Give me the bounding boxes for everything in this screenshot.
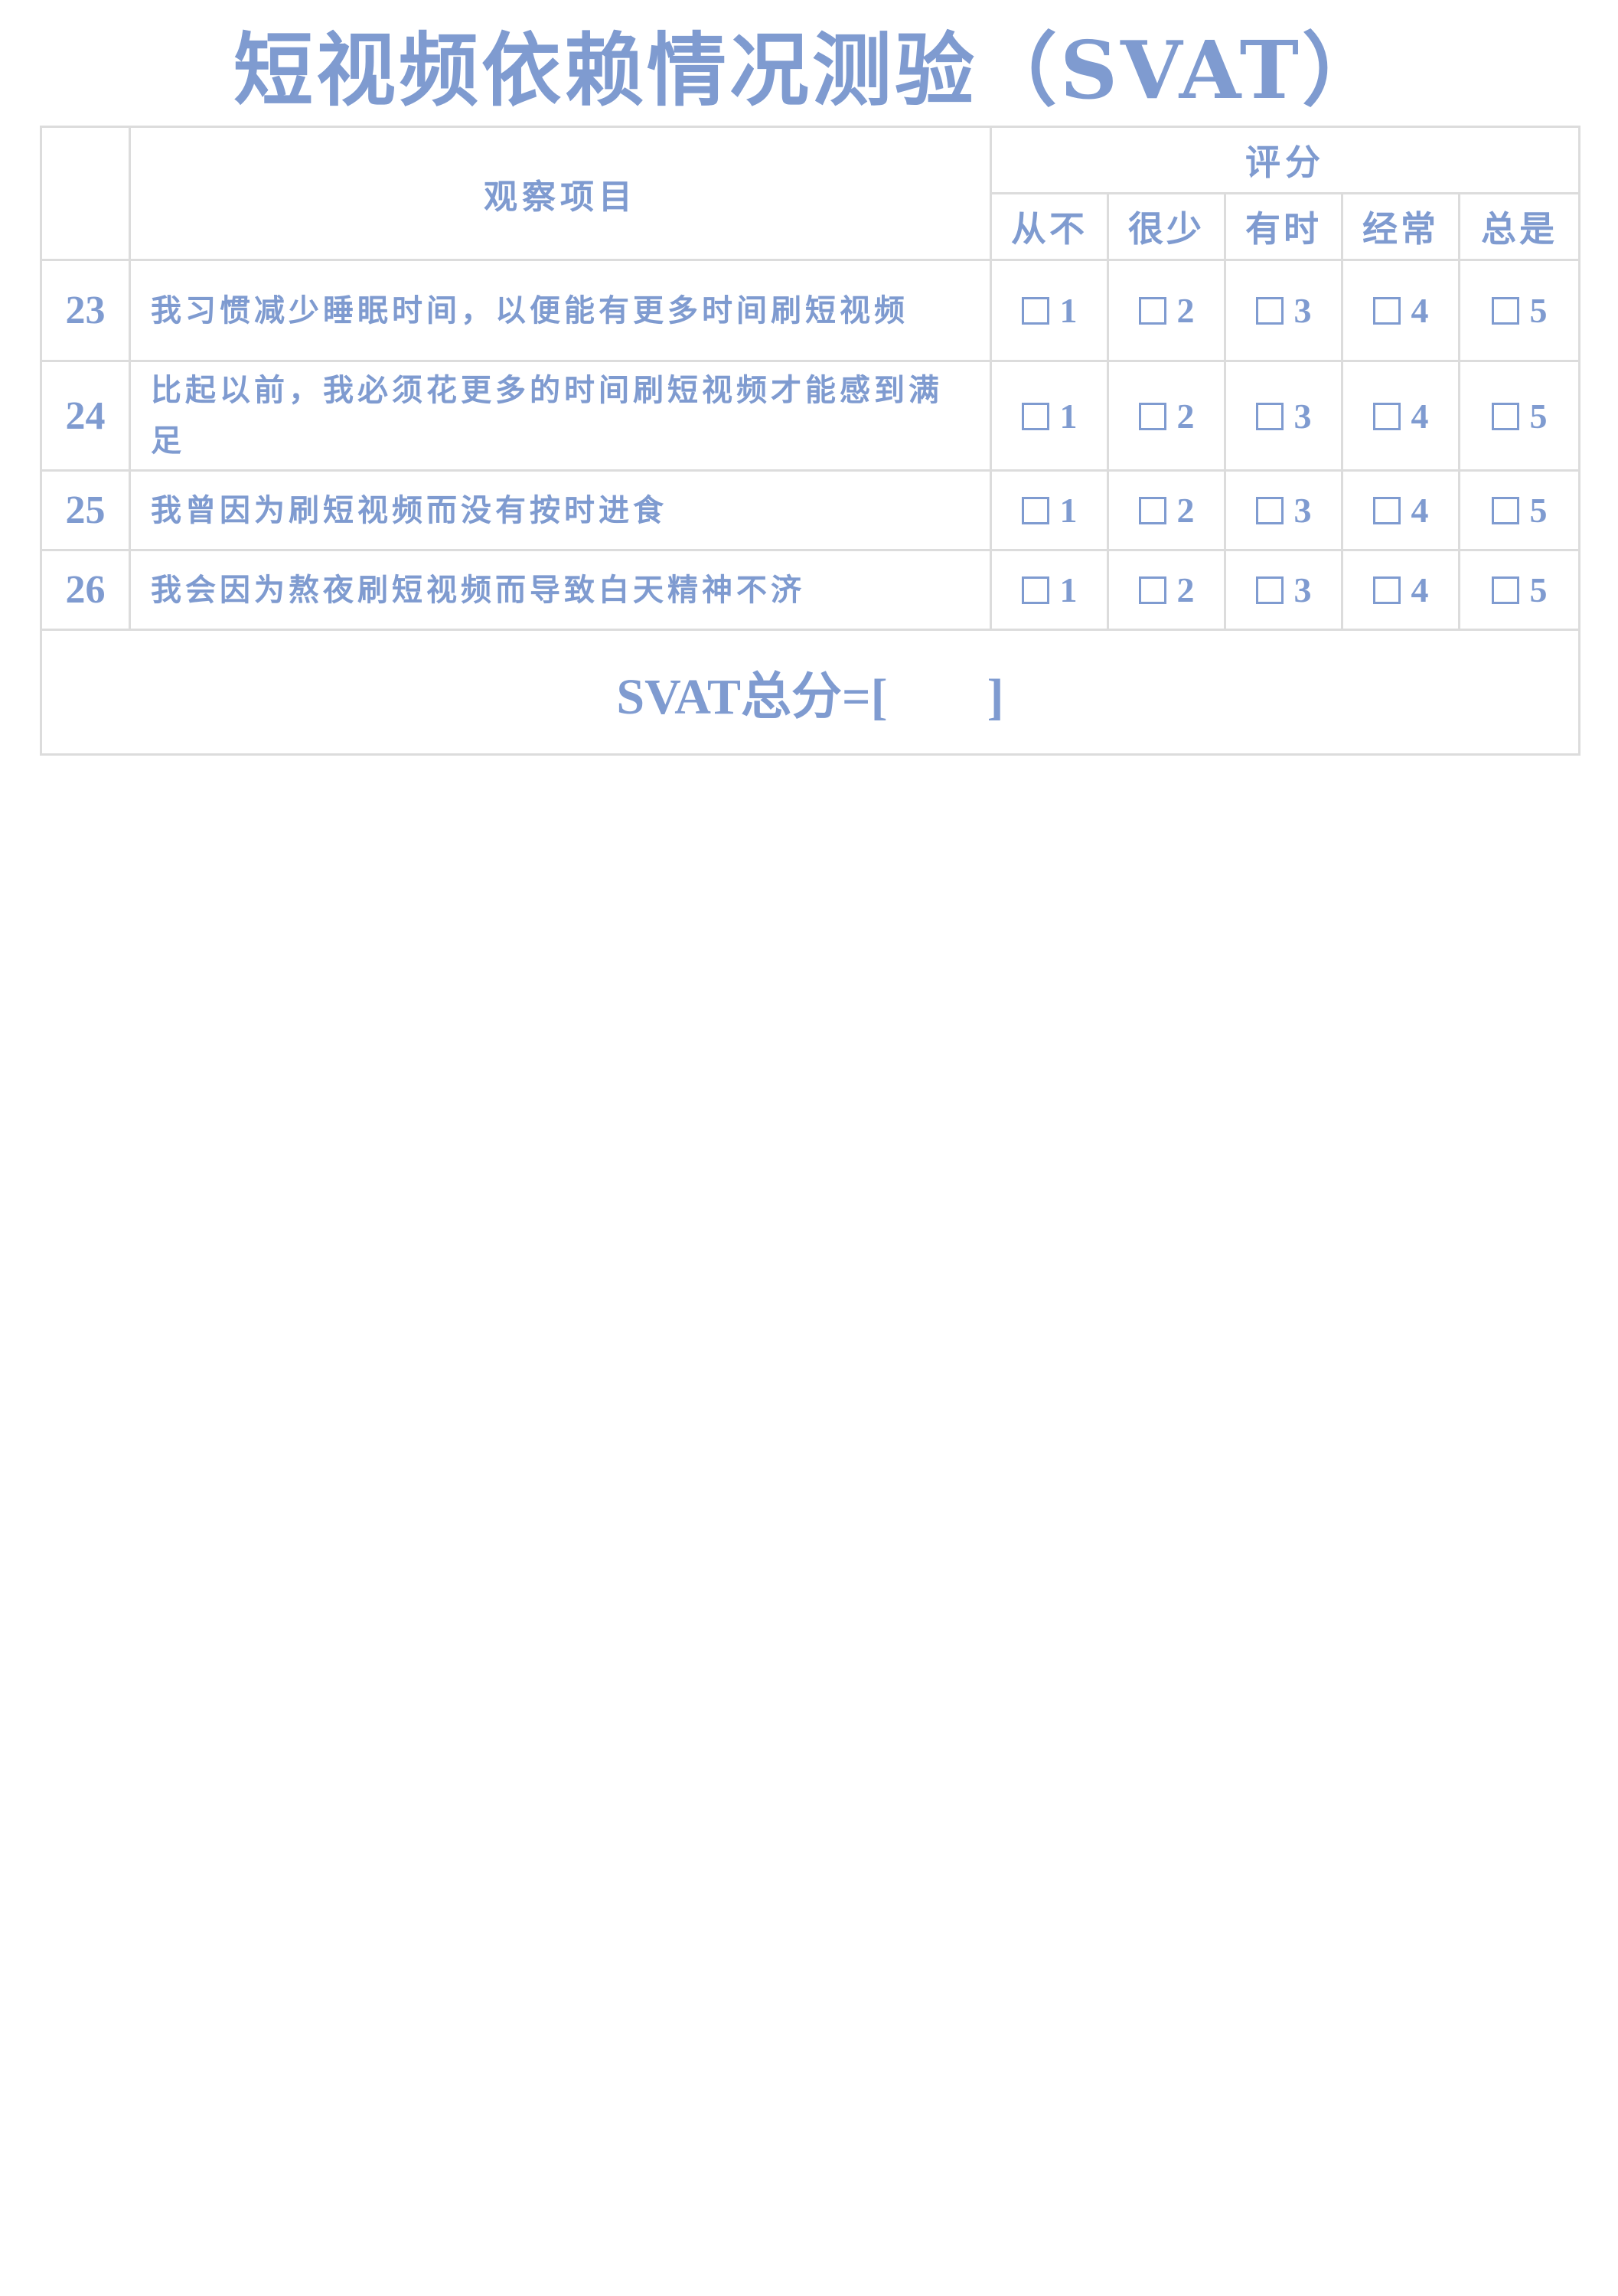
header-option-often: 经常 [1341,192,1460,261]
header-score-label: 评分 [989,126,1581,194]
total-score-label: SVAT总分=[ [616,669,888,725]
header-item-label: 观察项目 [129,126,992,261]
option-value: 5 [1529,291,1548,330]
checkbox[interactable] [1138,297,1166,325]
checkbox[interactable] [1255,576,1284,604]
checkbox[interactable] [1372,576,1401,604]
survey-table: 观察项目 评分 从不 很少 有时 经常 总是 23 我习惯减少睡眠时间，以便能有… [39,126,1581,756]
option-value: 2 [1176,291,1195,330]
option-value: 2 [1176,396,1195,436]
option-cell[interactable]: 4 [1341,259,1460,362]
table-row: 23 我习惯减少睡眠时间，以便能有更多时间刷短视频 1 2 3 4 5 [40,259,1581,362]
option-value: 2 [1176,570,1195,609]
option-cell[interactable]: 3 [1224,469,1343,551]
option-cell[interactable]: 1 [990,469,1109,551]
option-value: 3 [1293,491,1312,530]
checkbox[interactable] [1255,402,1284,430]
option-cell[interactable]: 3 [1224,360,1343,472]
checkbox[interactable] [1138,576,1166,604]
option-cell[interactable]: 5 [1457,259,1581,362]
header-row: 观察项目 评分 [40,126,1581,261]
total-score-close: ] [987,669,1004,725]
option-cell[interactable]: 1 [990,549,1109,631]
option-value: 5 [1529,396,1548,436]
checkbox[interactable] [1491,402,1519,430]
option-value: 1 [1059,570,1078,609]
option-value: 5 [1529,491,1548,530]
row-item-text: 比起以前，我必须花更多的时间刷短视频才能感到满足 [129,360,992,472]
header-option-rarely: 很少 [1107,192,1226,261]
option-cell[interactable]: 3 [1224,549,1343,631]
checkbox[interactable] [1021,576,1049,604]
header-option-never: 从不 [990,192,1109,261]
page-title: 短视频依赖情况测验（SVAT） [233,23,1385,117]
table-row: 24 比起以前，我必须花更多的时间刷短视频才能感到满足 1 2 3 4 5 [40,360,1581,472]
option-value: 1 [1059,491,1078,530]
option-value: 2 [1176,491,1195,530]
checkbox[interactable] [1255,497,1284,524]
option-cell[interactable]: 2 [1107,259,1226,362]
option-cell[interactable]: 1 [990,360,1109,472]
checkbox[interactable] [1372,402,1401,430]
checkbox[interactable] [1491,576,1519,604]
option-cell[interactable]: 5 [1457,549,1581,631]
checkbox[interactable] [1372,297,1401,325]
option-value: 3 [1293,570,1312,609]
option-value: 1 [1059,291,1078,330]
option-value: 3 [1293,291,1312,330]
option-cell[interactable]: 1 [990,259,1109,362]
checkbox[interactable] [1491,497,1519,524]
table-row: 26 我会因为熬夜刷短视频而导致白天精神不济 1 2 3 4 5 [40,549,1581,631]
option-cell[interactable]: 2 [1107,360,1226,472]
option-value: 4 [1411,570,1429,609]
checkbox[interactable] [1255,297,1284,325]
checkbox[interactable] [1021,402,1049,430]
row-number: 24 [40,360,131,472]
option-cell[interactable]: 3 [1224,259,1343,362]
row-number: 23 [40,259,131,362]
option-cell[interactable]: 4 [1341,469,1460,551]
option-value: 4 [1411,491,1429,530]
total-row: SVAT总分=[] [39,629,1581,756]
row-number: 26 [40,549,131,631]
checkbox[interactable] [1021,497,1049,524]
header-option-always: 总是 [1457,192,1581,261]
option-value: 1 [1059,396,1078,436]
checkbox[interactable] [1021,297,1049,325]
row-item-text: 我曾因为刷短视频而没有按时进食 [129,469,992,551]
option-cell[interactable]: 5 [1457,469,1581,551]
checkbox[interactable] [1372,497,1401,524]
option-value: 5 [1529,570,1548,609]
header-blank-cell [40,126,131,261]
option-cell[interactable]: 4 [1341,549,1460,631]
row-item-text: 我习惯减少睡眠时间，以便能有更多时间刷短视频 [129,259,992,362]
option-value: 4 [1411,291,1429,330]
option-value: 4 [1411,396,1429,436]
option-cell[interactable]: 5 [1457,360,1581,472]
table-row: 25 我曾因为刷短视频而没有按时进食 1 2 3 4 5 [40,469,1581,551]
option-value: 3 [1293,396,1312,436]
option-cell[interactable]: 4 [1341,360,1460,472]
checkbox[interactable] [1491,297,1519,325]
option-cell[interactable]: 2 [1107,549,1226,631]
row-number: 25 [40,469,131,551]
option-cell[interactable]: 2 [1107,469,1226,551]
total-score-cell[interactable]: SVAT总分=[] [39,629,1581,756]
checkbox[interactable] [1138,497,1166,524]
header-option-sometimes: 有时 [1224,192,1343,261]
row-item-text: 我会因为熬夜刷短视频而导致白天精神不济 [129,549,992,631]
checkbox[interactable] [1138,402,1166,430]
